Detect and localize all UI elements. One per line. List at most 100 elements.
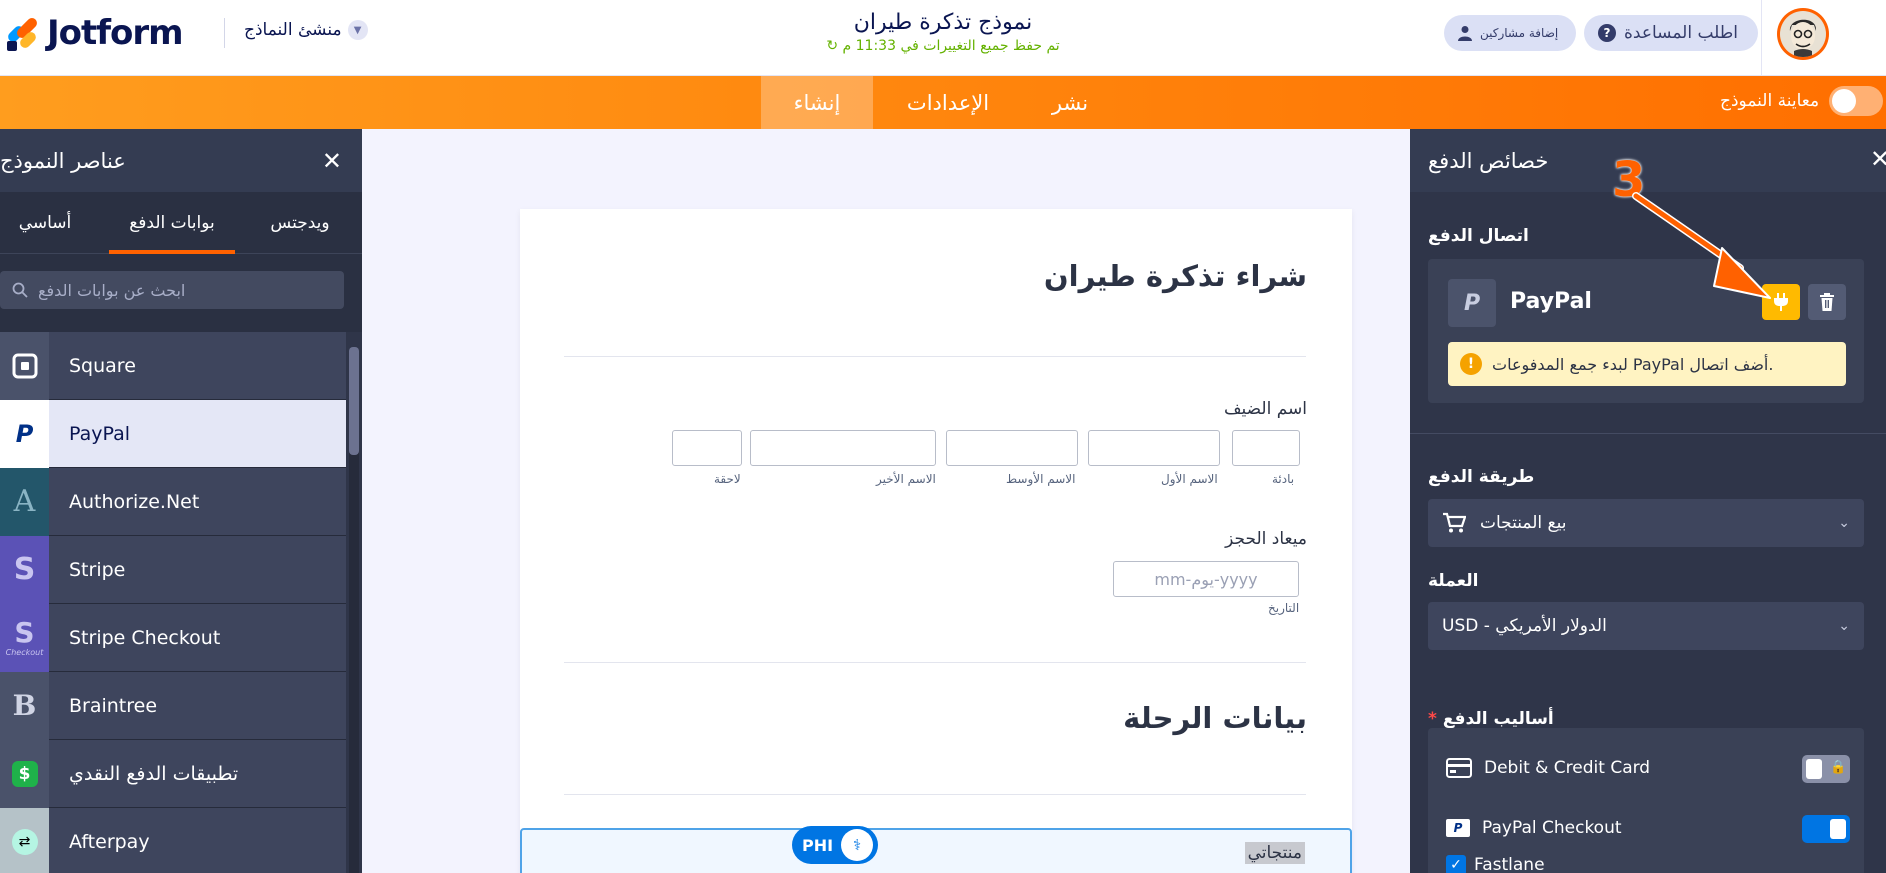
gateway-item-authorize-net[interactable]: A Authorize.Net [0,467,346,536]
authorize-net-icon: A [0,467,49,536]
gateway-item-square[interactable]: Square [0,331,346,400]
payment-properties-header: خصائص الدفع ✕ [1410,129,1886,192]
avatar-divider [1761,0,1762,76]
method-fastlane: Fastlane [1474,855,1545,873]
flight-section-heading[interactable]: بيانات الرحلة [1123,701,1307,735]
method-paypal-checkout: P PayPal Checkout [1446,818,1622,838]
date-sublabel: التاريخ [1268,601,1300,615]
form-heading[interactable]: شراء تذكرة طيران [1044,259,1307,293]
user-avatar[interactable] [1777,8,1829,60]
paypal-checkout-icon: P [1446,819,1470,837]
connection-warning: ! لبدء جمع المدفوعات PayPal أضف اتصال. [1448,342,1846,386]
gateway-item-braintree[interactable]: B Braintree [0,671,346,740]
connection-section-title: اتصال الدفع [1428,226,1529,246]
method-label: PayPal Checkout [1482,818,1622,838]
form-canvas: شراء تذكرة طيران اسم الضيف بادئة الاسم ا… [362,129,1410,873]
gateway-name: Afterpay [69,830,150,853]
suffix-sublabel: لاحقة [714,472,741,486]
products-field-selected[interactable]: منتجاتي [520,828,1352,873]
gateway-search-input[interactable]: ابحث عن بوابات الدفع [0,271,344,309]
close-icon[interactable]: ✕ [322,147,342,175]
stripe-icon: S [0,535,49,604]
form-divider [564,662,1306,663]
gateway-item-stripe-checkout[interactable]: S Checkout Stripe Checkout [0,603,346,672]
paypal-logo-icon: P [1448,279,1496,327]
warning-text: لبدء جمع المدفوعات PayPal أضف اتصال. [1492,354,1774,374]
tab-widgets[interactable]: ويدجتس [252,192,348,254]
stripe-checkout-icon: S Checkout [0,603,49,672]
warning-icon: ! [1460,353,1482,375]
add-collaborators-button[interactable]: إضافة مشاركين [1444,15,1576,51]
gateway-name: Square [69,354,136,377]
gateway-item-stripe[interactable]: S Stripe [0,535,346,604]
method-label: Fastlane [1474,855,1545,873]
gateway-name: تطبيقات الدفع النقدي [69,762,239,785]
tab-basic[interactable]: أساسي [10,192,80,254]
save-status-text: تم حفظ جميع التغييرات في 11:33 م [842,38,1060,54]
lock-icon: 🔒 [1830,760,1847,775]
last-name-input[interactable] [750,430,936,466]
prefix-input[interactable] [1232,430,1300,466]
debit-credit-toggle[interactable]: 🔒 [1802,755,1850,783]
payment-type-select[interactable]: بيع المنتجات ⌄ [1428,499,1864,547]
search-placeholder: ابحث عن بوابات الدفع [38,280,186,300]
method-label: Debit & Credit Card [1484,758,1651,778]
braintree-icon: B [0,671,49,740]
gateway-item-afterpay[interactable]: ⇄ Afterpay [0,807,346,873]
gateway-item-paypal[interactable]: P PayPal [0,399,346,468]
collab-label: إضافة مشاركين [1480,26,1559,40]
close-icon[interactable]: ✕ [1870,145,1886,173]
tab-publish[interactable]: نشر [1030,76,1110,129]
products-label[interactable]: منتجاتي [1244,842,1305,864]
payment-type-value: بيع المنتجات [1480,513,1567,533]
square-icon [0,331,49,400]
currency-value: USD - الدولار الأمريكي [1442,616,1607,636]
first-name-sublabel: الاسم الأول [1161,472,1218,486]
form-preview-toggle[interactable]: معاينة النموذج [1720,86,1884,116]
currency-select[interactable]: USD - الدولار الأمريكي ⌄ [1428,602,1864,650]
fastlane-checkbox[interactable]: ✓ [1446,855,1466,873]
preview-switch[interactable] [1829,86,1884,116]
panel-divider [1410,433,1886,434]
first-name-input[interactable] [1088,430,1220,466]
gateway-list: Square P PayPal A Authorize.Net S Stripe… [0,331,346,873]
last-name-sublabel: الاسم الأخير [876,472,936,486]
middle-name-input[interactable] [946,430,1078,466]
paypal-checkout-toggle[interactable] [1802,815,1850,843]
paypal-logo-letter: P [1463,290,1481,316]
form-divider [564,794,1306,795]
payment-type-title: طريقة الدفع [1428,467,1535,487]
builder-nav-bar: إنشاء الإعدادات نشر [0,76,1886,129]
phi-label: PHI [802,835,834,855]
form-elements-tabs: ويدجتس بوابات الدفع أساسي [0,192,362,254]
cart-icon [1443,512,1466,533]
form-card: شراء تذكرة طيران اسم الضيف بادئة الاسم ا… [520,209,1352,873]
gateway-item-cash-app[interactable]: $ تطبيقات الدفع النقدي [0,739,346,808]
afterpay-icon: ⇄ [0,807,49,873]
phi-badge[interactable]: PHI ⚕ [792,826,878,864]
help-icon: ? [1598,24,1616,42]
form-elements-panel: عناصر النموذج ✕ ويدجتس بوابات الدفع أساس… [0,129,362,873]
gateway-name: PayPal [1510,289,1592,314]
guest-name-label: اسم الضيف [1223,399,1307,419]
required-asterisk: * [1428,709,1437,729]
tab-build[interactable]: إنشاء [761,76,873,129]
gateway-name: PayPal [69,422,131,445]
suffix-input[interactable] [672,430,742,466]
get-help-button[interactable]: ? اطلب المساعدة [1584,15,1758,51]
prefix-sublabel: بادئة [1272,472,1295,486]
gateway-list-scrollbar-thumb[interactable] [349,347,359,455]
tab-settings[interactable]: الإعدادات [888,76,1008,129]
cash-app-icon: $ [0,739,49,808]
payment-properties-title: خصائص الدفع [1428,148,1549,173]
middle-name-sublabel: الاسم الأوسط [1006,472,1076,486]
tab-payment-gateways[interactable]: بوابات الدفع [109,192,235,254]
paypal-icon: P [0,399,49,468]
delete-connection-button[interactable] [1808,284,1846,320]
booking-date-input[interactable]: mm-يوم-yyyy [1113,561,1299,597]
avatar-image [1780,11,1826,57]
method-debit-credit: Debit & Credit Card [1446,758,1650,778]
gateway-name: Authorize.Net [69,490,200,513]
top-header: Jotform منشئ النماذج ▼ نموذج تذكرة طيران… [0,0,1886,76]
currency-title: العملة [1428,571,1479,591]
